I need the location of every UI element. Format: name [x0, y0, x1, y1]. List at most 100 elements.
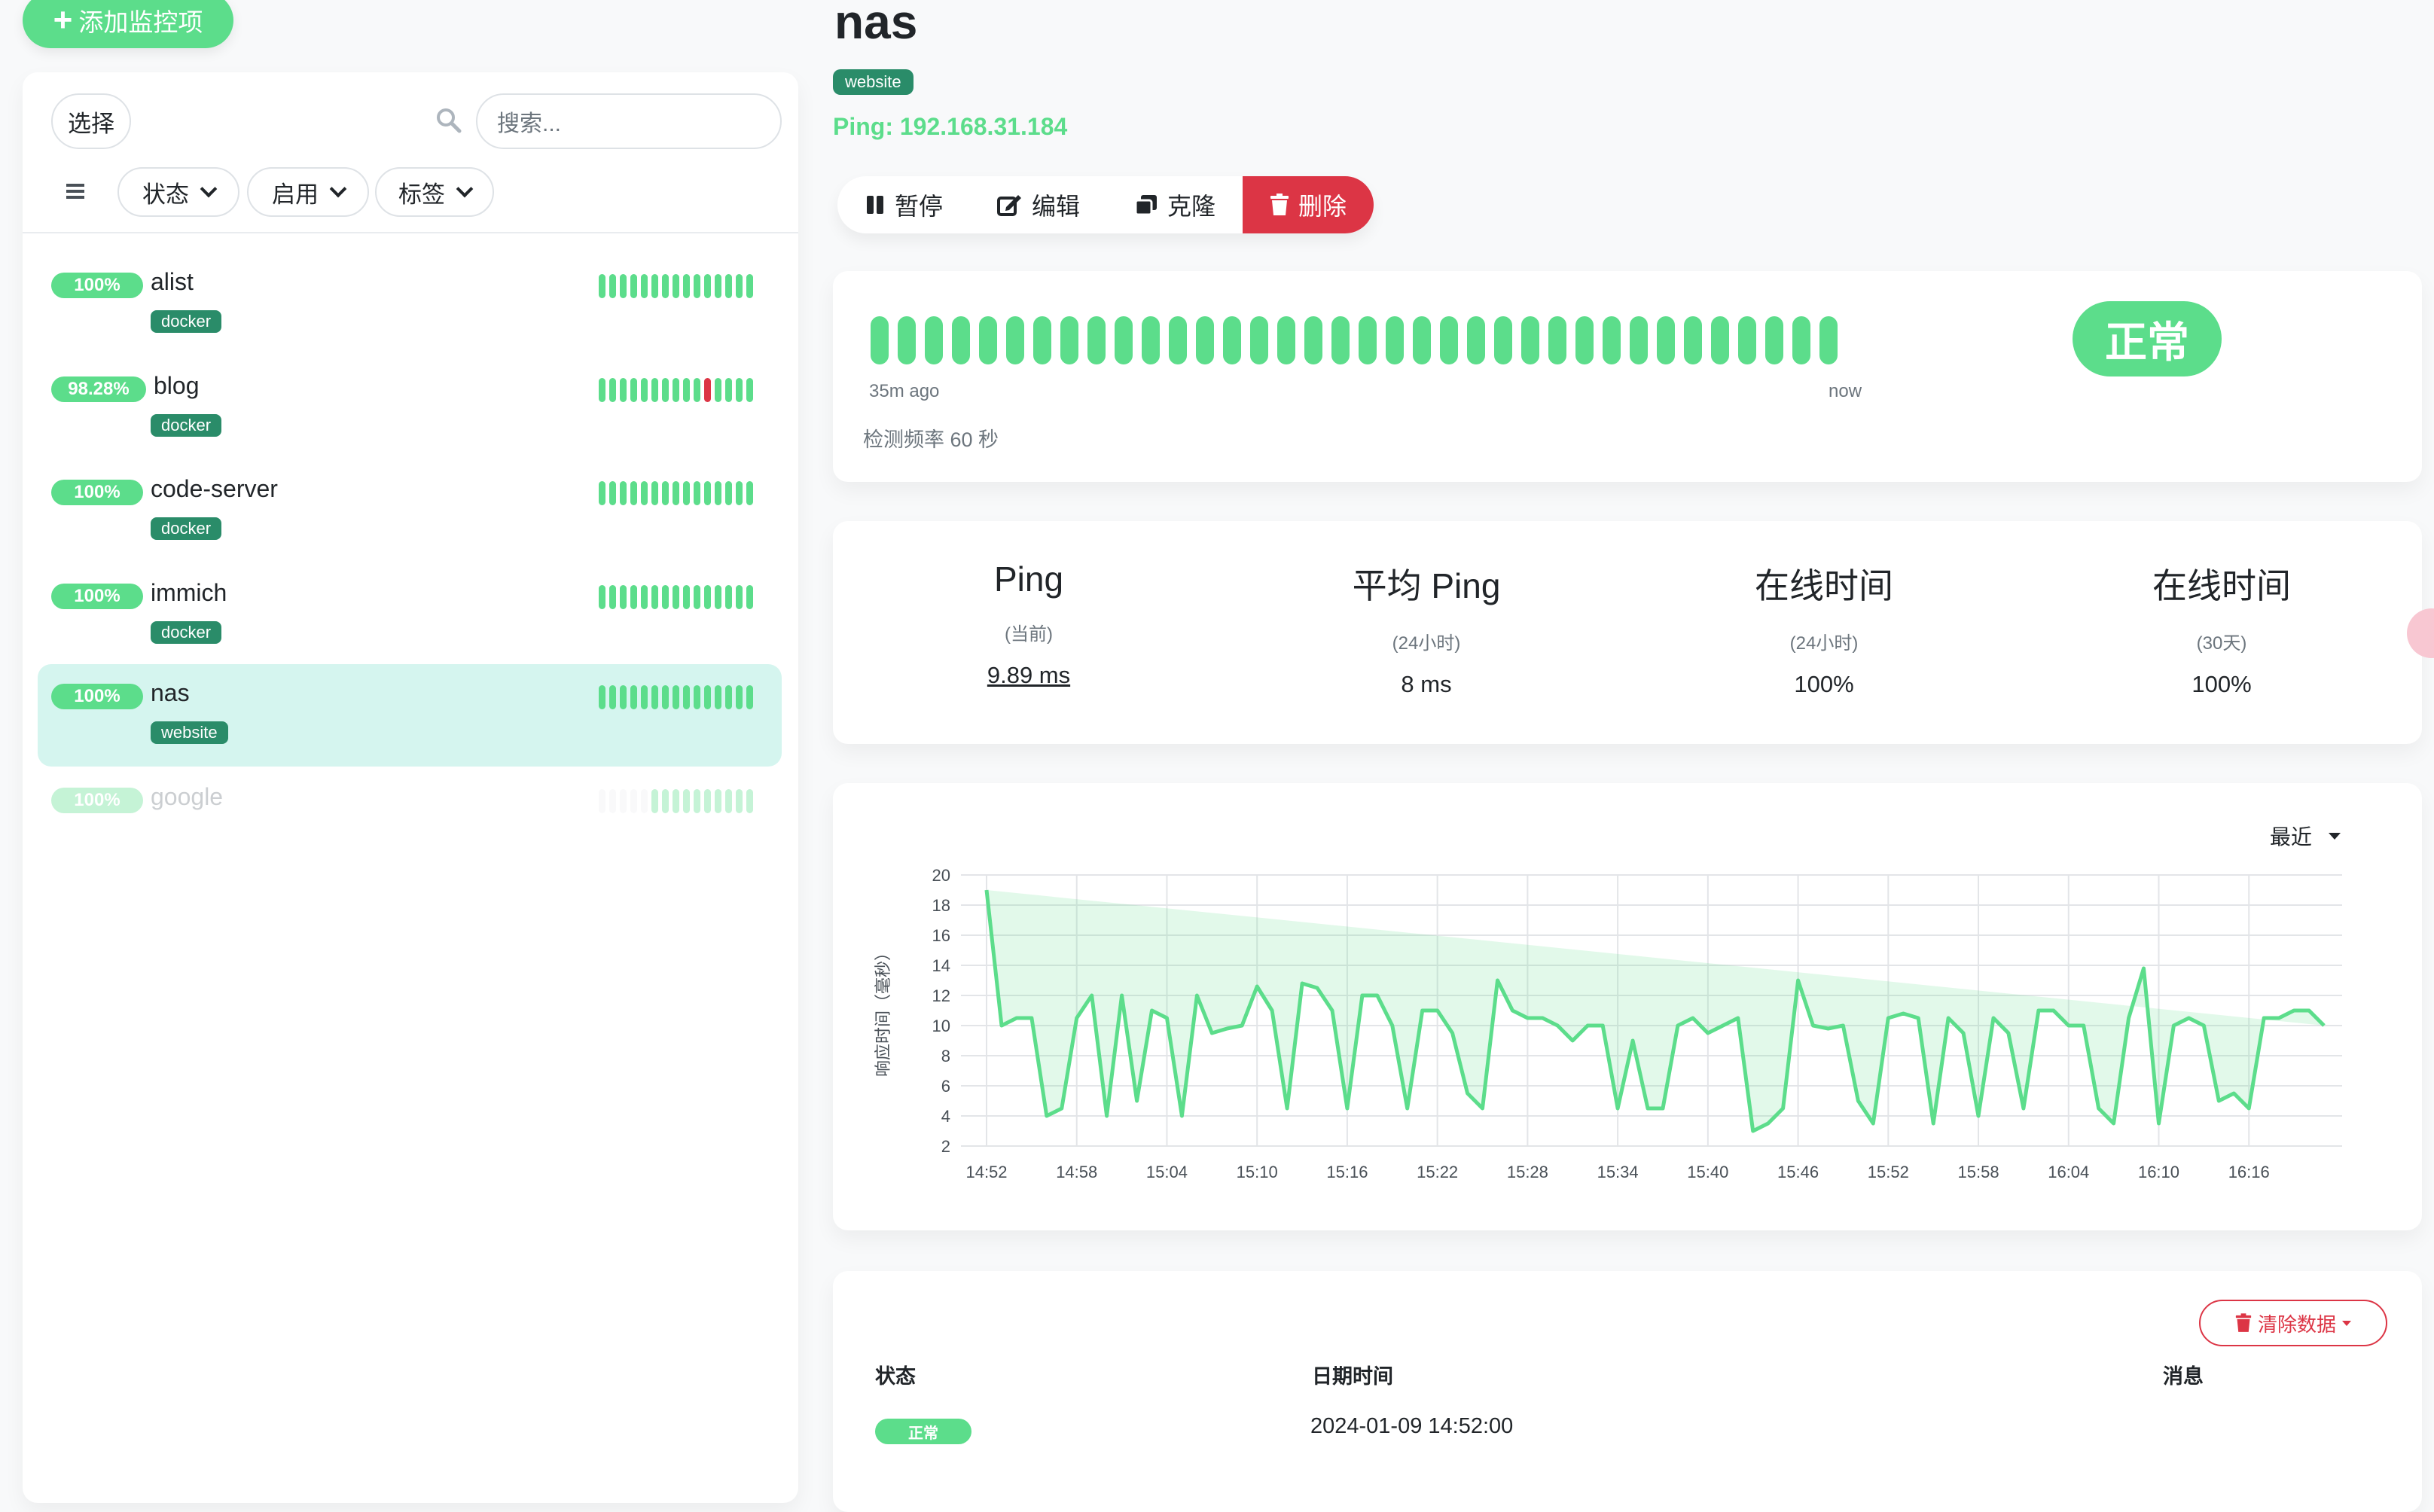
uptime-badge: 100% [51, 273, 143, 298]
monitor-item-alist[interactable]: 100% alist docker [38, 253, 782, 355]
stat-value: 100% [2192, 671, 2252, 697]
filter-enabled-dropdown[interactable]: 启用 [247, 167, 369, 217]
x-tick-label: 15:46 [1777, 1163, 1819, 1181]
x-tick-label: 14:52 [965, 1163, 1007, 1181]
clear-data-label: 清除数据 [2257, 1312, 2336, 1336]
heartbeat-bar [599, 274, 753, 298]
clear-data-button[interactable]: 清除数据 [2199, 1300, 2387, 1346]
heartbeat-up [736, 685, 743, 709]
heartbeat-up [1819, 316, 1838, 364]
heartbeat-up [725, 789, 732, 813]
heartbeat-bar [599, 378, 753, 402]
heartbeat-up [736, 789, 743, 813]
heartbeat-up [1223, 316, 1241, 364]
monitor-tag: website [151, 721, 228, 744]
uptime-badge: 100% [51, 788, 143, 813]
heartbeat-up [641, 585, 648, 609]
heartbeat-up [715, 685, 721, 709]
stat-title: 在线时间 [2152, 566, 2291, 605]
heartbeat-up [1331, 316, 1350, 364]
heartbeat-up [641, 789, 648, 813]
heartbeat-up [630, 585, 637, 609]
heartbeat-up [704, 274, 711, 298]
stat-title: Ping [993, 559, 1064, 599]
y-tick-label: 10 [932, 1017, 950, 1035]
heartbeat-up [599, 585, 605, 609]
heartbeat-up [1359, 316, 1377, 364]
uptime-badge: 100% [51, 684, 143, 709]
heartbeat-bar [599, 789, 753, 813]
y-tick-label: 4 [941, 1107, 950, 1126]
heartbeat-bar-large [871, 316, 1838, 364]
monitor-item-blog[interactable]: 98.28% blog docker [38, 357, 782, 459]
heartbeat-up [662, 378, 669, 402]
heartbeat-up [662, 789, 669, 813]
events-card: 清除数据 状态 日期时间 消息 正常 2024-01-09 14:52:00 [833, 1271, 2422, 1512]
clone-button[interactable]: 克隆 [1107, 176, 1243, 233]
select-button[interactable]: 选择 [51, 93, 131, 149]
heartbeat-up [715, 378, 721, 402]
heartbeat-up [641, 274, 648, 298]
x-tick-label: 15:40 [1687, 1163, 1728, 1181]
heartbeat-up [871, 316, 889, 364]
add-monitor-label: 添加监控项 [78, 8, 203, 36]
add-monitor-button[interactable]: + 添加监控项 [23, 0, 233, 48]
heartbeat-up [725, 378, 732, 402]
heartbeat-up [630, 481, 637, 505]
heartbeat-bar [599, 585, 753, 609]
heartbeat-up [630, 789, 637, 813]
monitor-name: alist [151, 268, 194, 295]
heartbeat-up [620, 378, 627, 402]
list-divider [23, 232, 798, 233]
x-tick-label: 15:04 [1146, 1163, 1188, 1181]
stat-value: 8 ms [1401, 671, 1452, 697]
heartbeat-up [662, 274, 669, 298]
heartbeat-up [694, 585, 700, 609]
heartbeat-up [1575, 316, 1594, 364]
pause-button[interactable]: 暂停 [837, 176, 970, 233]
heartbeat-up [694, 378, 700, 402]
delete-button[interactable]: 删除 [1243, 176, 1374, 233]
stat-title: 平均 Ping [1352, 566, 1501, 605]
heartbeat-up [662, 481, 669, 505]
filter-status-dropdown[interactable]: 状态 [117, 167, 239, 217]
clone-icon [1134, 195, 1158, 216]
x-tick-label: 15:10 [1237, 1163, 1278, 1181]
search-input[interactable]: 搜索... [476, 93, 782, 149]
hamburger-menu-icon[interactable] [65, 181, 86, 202]
heartbeat-up [641, 481, 648, 505]
stat-value-link[interactable]: 9.89 ms [878, 662, 1179, 689]
stat-avg-ping: 平均 Ping (24小时) 8 ms [1276, 559, 1577, 698]
monitor-item-code-server[interactable]: 100% code-server docker [38, 460, 782, 562]
heartbeat-up [630, 685, 637, 709]
heartbeat-up [736, 378, 743, 402]
monitor-item-nas[interactable]: 100% nas website [38, 664, 782, 767]
heartbeat-up [1115, 316, 1133, 364]
x-tick-label: 16:16 [2228, 1163, 2270, 1181]
edit-button[interactable]: 编辑 [970, 176, 1107, 233]
heartbeat-up [746, 685, 753, 709]
y-tick-label: 2 [941, 1137, 950, 1156]
heartbeat-up [725, 274, 732, 298]
stat-subtitle: (24小时) [1392, 633, 1461, 654]
heartbeat-up [609, 585, 616, 609]
heartbeat-up [898, 316, 916, 364]
heartbeat-up [694, 274, 700, 298]
heartbeat-up [1440, 316, 1458, 364]
monitor-tag: docker [151, 310, 222, 333]
heartbeat-up [694, 685, 700, 709]
heartbeat-up [1738, 316, 1756, 364]
heartbeat-up [683, 585, 690, 609]
monitor-item-google[interactable]: 100% google [38, 768, 782, 870]
monitor-type-tag: website [833, 69, 914, 95]
heartbeat-up [641, 685, 648, 709]
heartbeat-up [1087, 316, 1106, 364]
heartbeat-up [1521, 316, 1539, 364]
heartbeat-up [673, 274, 679, 298]
monitor-tag: docker [151, 517, 222, 540]
heartbeat-up [673, 585, 679, 609]
monitor-item-immich[interactable]: 100% immich docker [38, 564, 782, 666]
filter-tags-dropdown[interactable]: 标签 [375, 167, 494, 217]
heartbeat-up [599, 378, 605, 402]
uptime-badge: 98.28% [51, 376, 146, 402]
